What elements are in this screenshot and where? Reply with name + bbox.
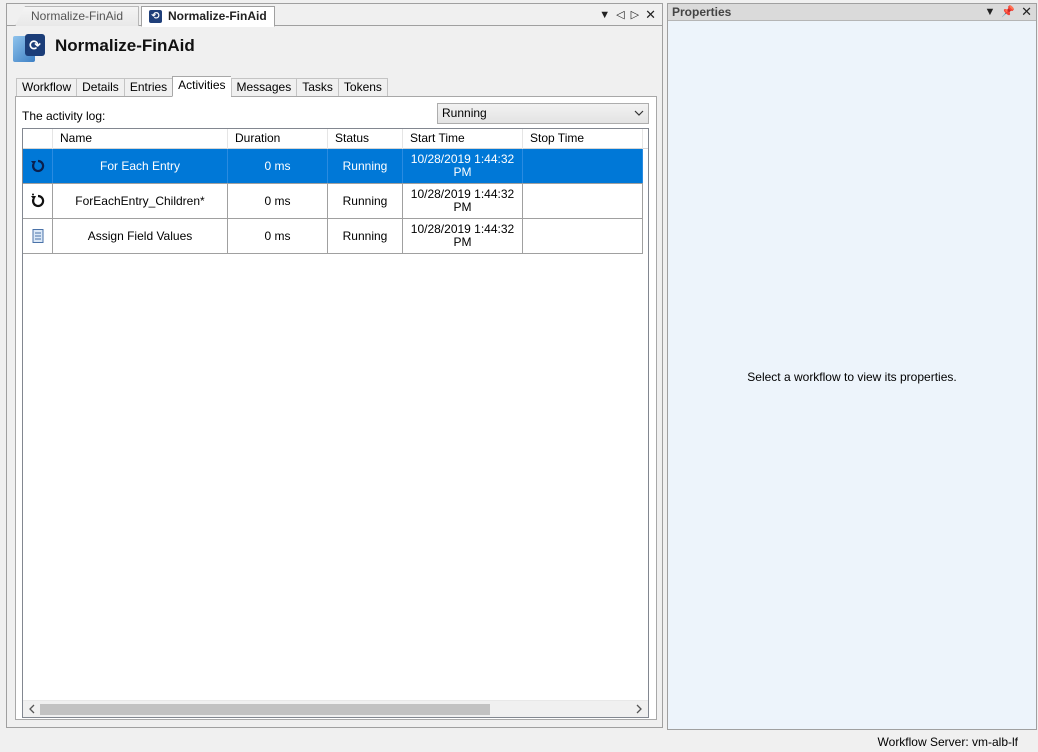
cell-stop-time [523,149,643,183]
workflow-title: Normalize-FinAid [55,36,195,55]
cell-name: Assign Field Values [53,219,228,253]
cell-status: Running [328,184,403,218]
cell-stop-time [523,184,643,218]
cell-start-time: 10/28/2019 1:44:32 PM [403,149,523,183]
properties-controls: ▼ 📌 ✕ [985,4,1033,20]
tab-entries[interactable]: Entries [123,78,173,97]
properties-panel: Properties ▼ 📌 ✕ Select a workflow to vi… [667,3,1037,730]
activity-log-label: The activity log: [22,109,106,123]
cell-stop-time [523,219,643,253]
table-row[interactable]: Assign Field Values 0 ms Running 10/28/2… [23,219,643,254]
column-header-start-time[interactable]: Start Time [403,129,523,149]
grid-header: Name Duration Status Start Time Stop Tim… [23,129,648,149]
scrollbar-thumb[interactable] [40,704,490,715]
tab-list-dropdown-icon[interactable]: ▼ [599,7,610,23]
column-header-duration[interactable]: Duration [228,129,328,149]
workflow-large-icon: ⟳ [13,32,47,64]
workflow-icon: ⟲ [149,10,162,23]
cell-duration: 0 ms [228,184,328,218]
properties-header: Properties ▼ 📌 ✕ [668,4,1036,21]
row-icon-cell [23,149,53,183]
activities-tab-page: The activity log: Running Name Duration … [15,96,657,720]
scroll-left-icon[interactable] [26,703,38,715]
tab-tasks[interactable]: Tasks [296,78,338,97]
header-icon-column [23,129,53,149]
tab-tokens[interactable]: Tokens [337,78,388,97]
document-window-controls: ▼ ◁ ▷ ✕ [599,7,656,23]
status-bar-server: Workflow Server: vm-alb-lf [877,735,1018,749]
close-document-icon[interactable]: ✕ [645,7,656,23]
column-header-name[interactable]: Name [53,129,228,149]
activity-filter-value: Running [442,106,487,120]
loop-icon [30,159,44,173]
cell-start-time: 10/28/2019 1:44:32 PM [403,219,523,253]
scroll-right-icon[interactable] [633,703,645,715]
tab-activities[interactable]: Activities [172,76,231,97]
tab-details[interactable]: Details [76,78,124,97]
cell-name: For Each Entry [53,149,228,183]
workflow-document-window: Normalize-FinAid ⟲ Normalize-FinAid ▼ ◁ … [6,3,663,728]
pin-icon[interactable]: 📌 [1001,4,1015,20]
cell-duration: 0 ms [228,149,328,183]
table-row[interactable]: ForEachEntry_Children* 0 ms Running 10/2… [23,184,643,219]
workflow-tabs: Workflow Details Entries Activities Mess… [16,76,388,97]
horizontal-scrollbar[interactable] [23,700,648,717]
cell-start-time: 10/28/2019 1:44:32 PM [403,184,523,218]
close-panel-icon[interactable]: ✕ [1021,4,1032,20]
document-icon [32,229,43,243]
scroll-tabs-left-icon[interactable]: ◁ [616,7,624,23]
activity-grid: Name Duration Status Start Time Stop Tim… [22,128,649,718]
properties-empty-message: Select a workflow to view its properties… [747,370,957,384]
tab-workflow[interactable]: Workflow [16,78,77,97]
chevron-down-icon [634,110,644,116]
document-tab-label: Normalize-FinAid [168,9,267,23]
properties-title: Properties [672,5,732,19]
cell-duration: 0 ms [228,219,328,253]
scroll-tabs-right-icon[interactable]: ▷ [631,7,639,23]
loop-children-icon [30,193,44,208]
document-tab-inactive[interactable]: Normalize-FinAid [15,6,139,26]
column-header-stop-time[interactable]: Stop Time [523,129,643,149]
panel-menu-dropdown-icon[interactable]: ▼ [985,4,996,20]
row-icon-cell [23,184,53,218]
tab-messages[interactable]: Messages [230,78,297,97]
cell-status: Running [328,149,403,183]
table-row[interactable]: For Each Entry 0 ms Running 10/28/2019 1… [23,149,643,184]
document-tab-active[interactable]: ⟲ Normalize-FinAid [141,6,275,27]
document-tabstrip: Normalize-FinAid ⟲ Normalize-FinAid ▼ ◁ … [7,4,662,27]
row-icon-cell [23,219,53,253]
column-header-status[interactable]: Status [328,129,403,149]
cell-status: Running [328,219,403,253]
activity-filter-dropdown[interactable]: Running [437,103,649,124]
cell-name: ForEachEntry_Children* [53,184,228,218]
